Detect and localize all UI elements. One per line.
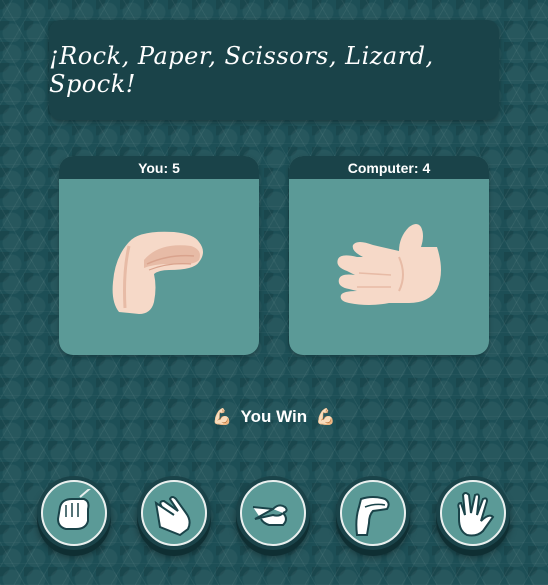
paper-hand-icon xyxy=(154,496,191,537)
spock-hand-icon xyxy=(457,492,495,537)
computer-choice-display xyxy=(289,179,489,355)
player-score-value: 5 xyxy=(172,159,180,176)
lizard-button[interactable] xyxy=(336,476,410,550)
scissors-hand-icon xyxy=(252,504,288,526)
paper-hand-icon xyxy=(337,224,441,305)
rock-hand-icon xyxy=(56,489,91,530)
lizard-hand-icon xyxy=(355,496,390,536)
result-text: You Win xyxy=(240,407,308,426)
computer-score-header: Computer: 4 xyxy=(289,156,489,179)
lizard-hand-icon xyxy=(112,231,203,314)
game-title: ¡Rock, Paper, Scissors, Lizard, Spock! xyxy=(49,42,434,98)
player-score-label: You: xyxy=(138,159,169,176)
computer-score-value: 4 xyxy=(422,159,431,176)
round-result: 💪🏻 You Win 💪🏻 xyxy=(0,407,548,427)
paper-button[interactable] xyxy=(137,476,211,550)
spock-button[interactable] xyxy=(436,476,510,550)
player-choice-display xyxy=(59,179,259,355)
computer-score-label: Computer: xyxy=(347,159,419,176)
scissors-button[interactable] xyxy=(236,476,310,550)
player-panel: You: 5 xyxy=(59,156,259,355)
player-score-header: You: 5 xyxy=(59,156,259,179)
title-banner: ¡Rock, Paper, Scissors, Lizard, Spock! xyxy=(49,20,499,120)
computer-panel: Computer: 4 xyxy=(289,156,489,355)
flexed-arm-icon: 💪🏻 xyxy=(315,407,336,426)
flexed-arm-icon: 💪🏻 xyxy=(212,407,233,426)
rock-button[interactable] xyxy=(37,476,111,550)
